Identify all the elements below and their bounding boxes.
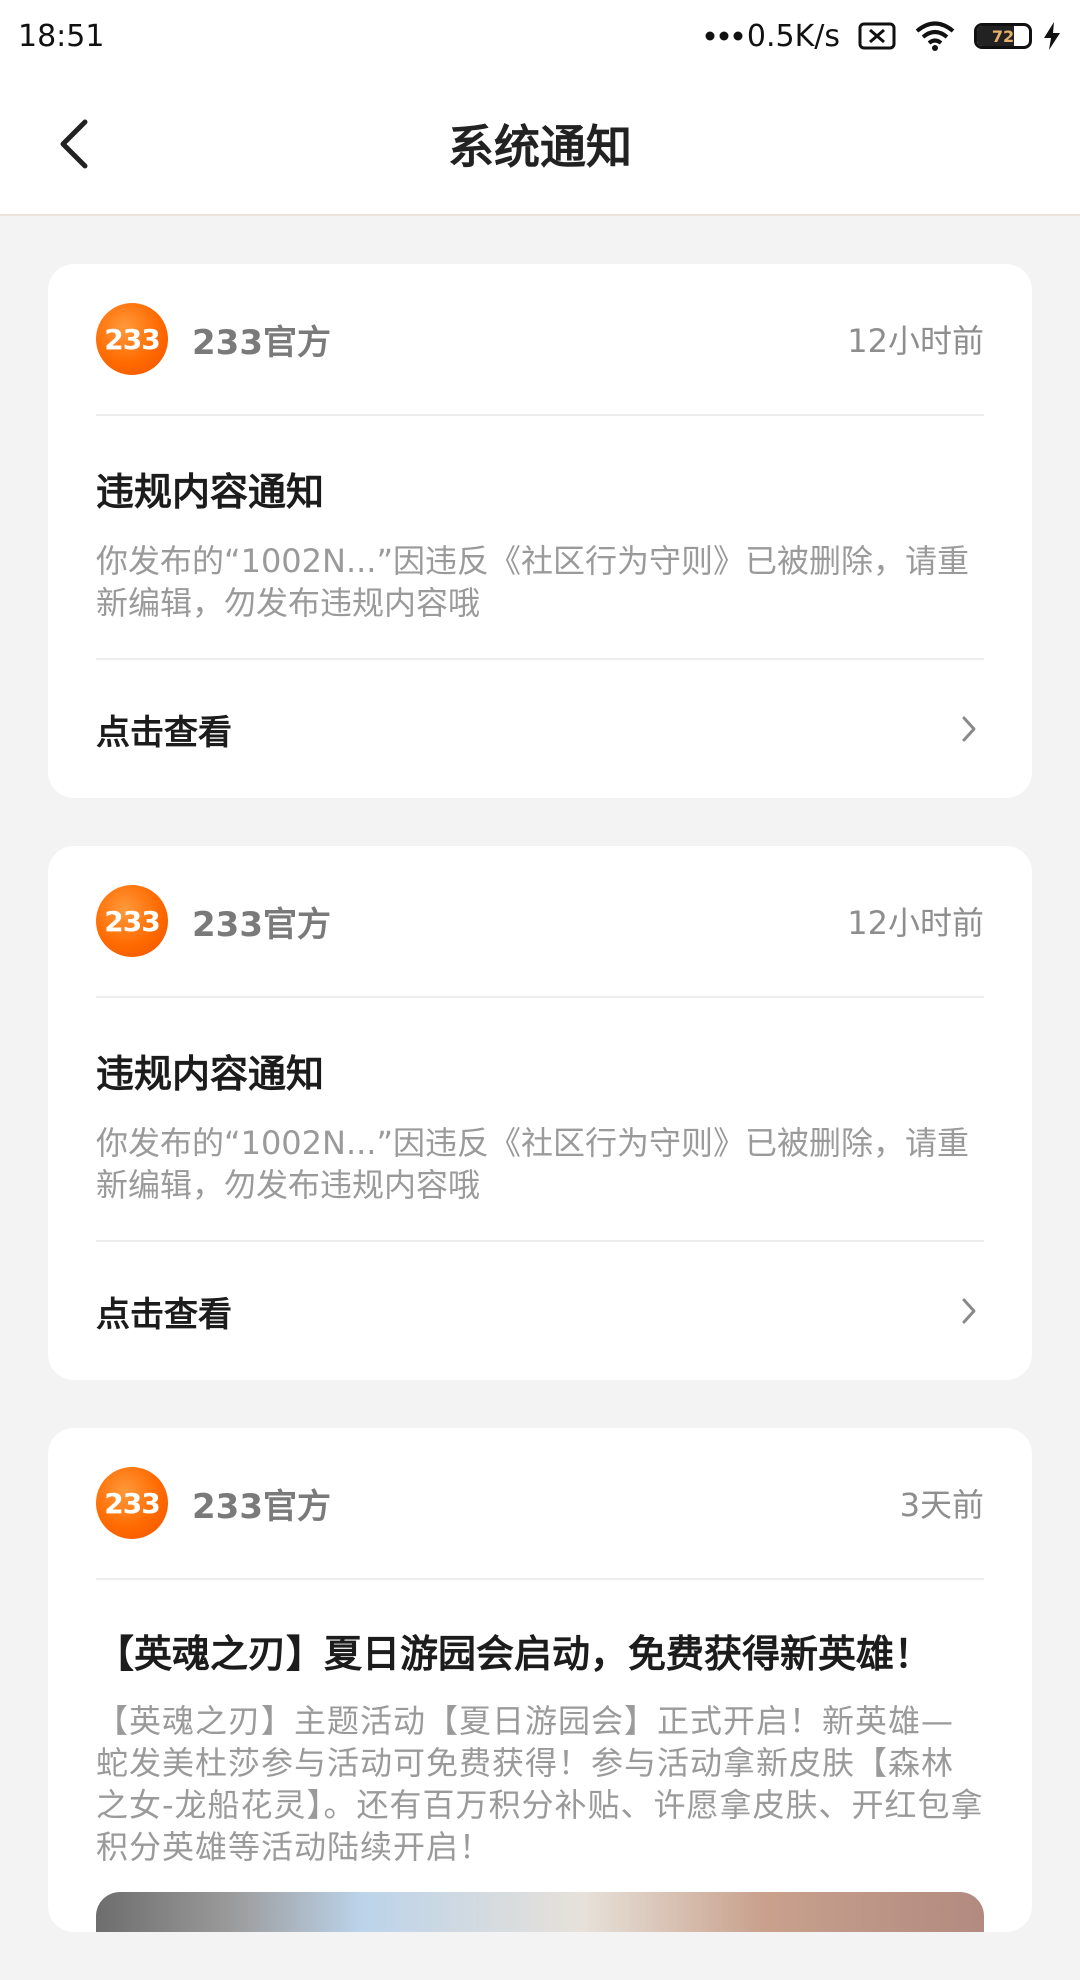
notification-title: 违规内容通知: [96, 470, 325, 514]
timestamp: 3天前: [899, 1486, 984, 1524]
avatar[interactable]: 233: [96, 1467, 168, 1539]
notification-text: 你发布的“1002N...”因违反《社区行为守则》已被删除，请重新编辑，勿发布违…: [96, 542, 970, 622]
net-speed: 0.5K/s: [746, 18, 840, 54]
sender-name: 233官方: [192, 1486, 331, 1527]
view-details-label: 点击查看: [96, 712, 232, 753]
timestamp: 12小时前: [847, 904, 984, 942]
notification-title: 【英魂之刃】夏日游园会启动，免费获得新英雄！: [96, 1632, 933, 1676]
notification-title: 违规内容通知: [96, 1052, 325, 1096]
status-time: 18:51: [18, 18, 105, 54]
notification-list: 233 233官方 12小时前 违规内容通知 你发布的“1002N...”因违反…: [48, 264, 1032, 1980]
battery-level: 72: [991, 26, 1015, 46]
card-body: 违规内容通知 你发布的“1002N...”因违反《社区行为守则》已被删除，请重新…: [96, 416, 984, 660]
avatar[interactable]: 233: [96, 303, 168, 375]
nav-bar: 系统通知: [0, 72, 1080, 216]
card-header: 233 233官方 12小时前: [96, 846, 984, 998]
chevron-right-icon: [954, 709, 984, 749]
avatar[interactable]: 233: [96, 885, 168, 957]
notification-text: 你发布的“1002N...”因违反《社区行为守则》已被删除，请重新编辑，勿发布违…: [96, 1124, 970, 1204]
sim-blocked-icon: [858, 21, 896, 51]
more-dots-icon: [705, 30, 743, 42]
banner-image[interactable]: [96, 1892, 984, 1932]
card-body: 【英魂之刃】夏日游园会启动，免费获得新英雄！ 【英魂之刃】主题活动【夏日游园会】…: [96, 1580, 984, 1932]
status-bar: 18:51 0.5K/s 72: [0, 0, 1080, 72]
battery-icon: 72: [974, 23, 1032, 49]
page-title: 系统通知: [448, 120, 632, 174]
card-header: 233 233官方 12小时前: [96, 264, 984, 416]
view-details-row[interactable]: 点击查看: [96, 1242, 984, 1380]
card-body: 违规内容通知 你发布的“1002N...”因违反《社区行为守则》已被删除，请重新…: [96, 998, 984, 1242]
charging-bolt-icon: [1042, 21, 1062, 51]
chevron-right-icon: [954, 1291, 984, 1331]
notification-card: 233 233官方 12小时前 违规内容通知 你发布的“1002N...”因违反…: [48, 846, 1032, 1380]
notification-card: 233 233官方 3天前 【英魂之刃】夏日游园会启动，免费获得新英雄！ 【英魂…: [48, 1428, 1032, 1932]
card-header: 233 233官方 3天前: [96, 1428, 984, 1580]
timestamp: 12小时前: [847, 322, 984, 360]
sender-name: 233官方: [192, 904, 331, 945]
status-icons: 0.5K/s 72: [705, 19, 1062, 54]
notification-text: 【英魂之刃】主题活动【夏日游园会】正式开启！新英雄—蛇发美杜莎参与活动可免费获得…: [96, 1702, 984, 1866]
sender-name: 233官方: [192, 322, 331, 363]
notification-card: 233 233官方 12小时前 违规内容通知 你发布的“1002N...”因违反…: [48, 264, 1032, 798]
view-details-label: 点击查看: [96, 1294, 232, 1335]
view-details-row[interactable]: 点击查看: [96, 660, 984, 798]
wifi-icon: [914, 20, 956, 52]
